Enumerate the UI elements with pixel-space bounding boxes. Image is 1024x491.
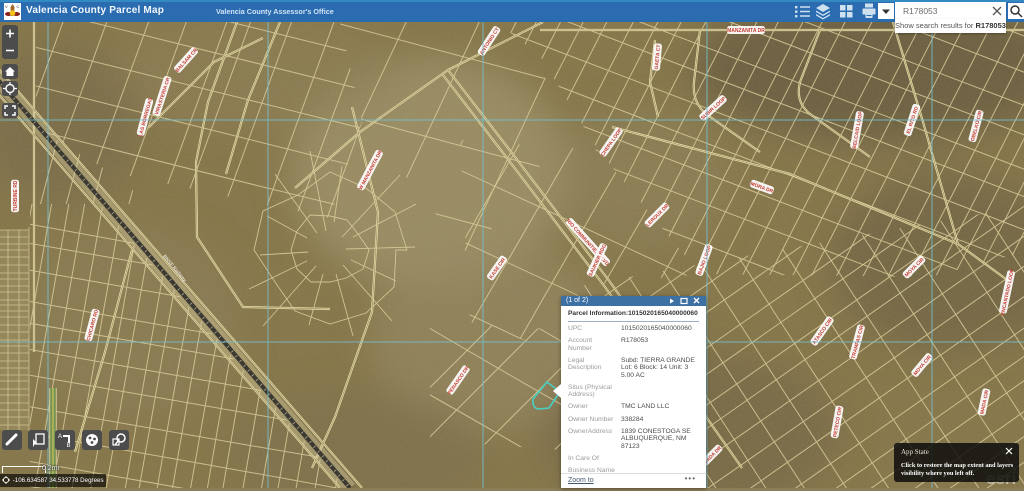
svg-text:MANZANITA DR: MANZANITA DR <box>727 28 765 34</box>
svg-text:B: B <box>67 443 71 449</box>
svg-text:V: V <box>5 4 8 9</box>
svg-text:C: C <box>17 4 20 9</box>
svg-text:TURBINE RD: TURBINE RD <box>13 180 19 211</box>
svg-text:A: A <box>58 434 62 440</box>
